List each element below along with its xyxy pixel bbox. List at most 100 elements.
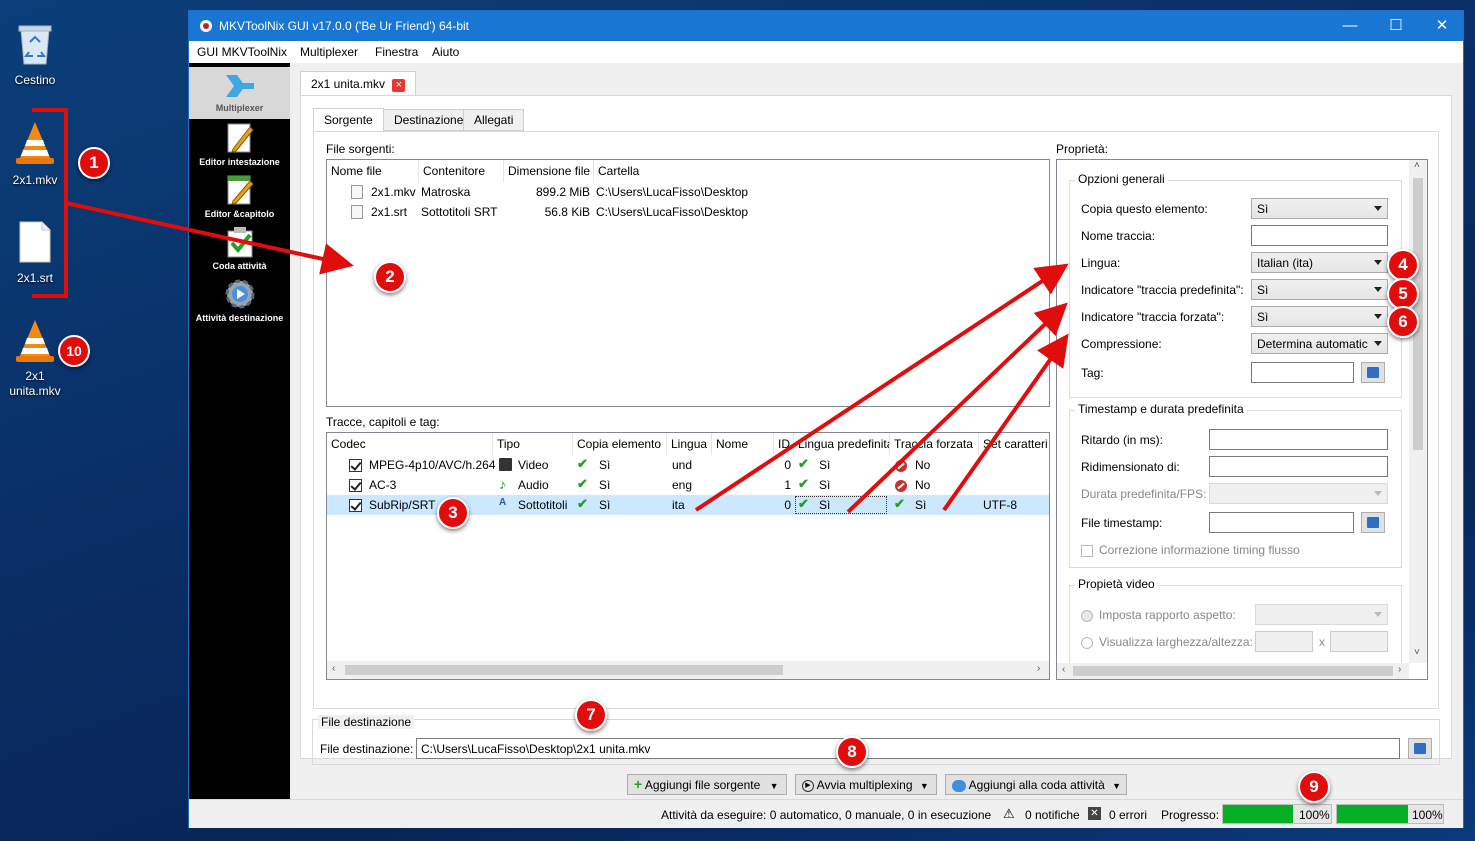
sources-title: File sorgenti: bbox=[326, 142, 395, 156]
dropdown-arrow-icon[interactable]: ▼ bbox=[1112, 781, 1121, 791]
sidebar-item-multiplexer[interactable]: Multiplexer bbox=[189, 67, 290, 119]
cell-language: ita bbox=[672, 498, 685, 512]
col-header-folder[interactable]: Cartella bbox=[594, 160, 1049, 182]
sidebar-item-chapter-editor[interactable]: Editor &capitolo bbox=[189, 173, 290, 219]
table-row[interactable]: 2x1.srt Sottotitoli SRT 56.8 KiB C:\User… bbox=[327, 202, 1049, 222]
tracks-title: Tracce, capitoli e tag: bbox=[326, 415, 440, 429]
start-multiplexing-button[interactable]: ▶ Avvia multiplexing ▼ bbox=[795, 774, 937, 795]
copy-item-label: Copia questo elemento: bbox=[1081, 202, 1208, 216]
sidebar-item-header-editor[interactable]: Editor intestazione bbox=[189, 121, 290, 167]
track-name-input[interactable] bbox=[1251, 225, 1388, 246]
sidebar-item-job-queue[interactable]: Coda attività bbox=[189, 225, 290, 271]
language-select[interactable]: Italian (ita) bbox=[1251, 252, 1388, 273]
desktop-icon-label: 2x1 unita.mkv bbox=[9, 369, 61, 398]
scroll-left-icon[interactable]: ‹ bbox=[1062, 664, 1065, 675]
default-track-select[interactable]: Sì bbox=[1251, 279, 1388, 300]
tab-destinazione[interactable]: Destinazione bbox=[383, 109, 475, 131]
close-tab-icon[interactable]: × bbox=[392, 79, 406, 92]
col-header-copy[interactable]: Copia elemento bbox=[573, 433, 667, 455]
tracks-list[interactable]: Codec Tipo Copia elemento Lingua Nome ID… bbox=[326, 432, 1050, 680]
errors-status[interactable]: 0 errori bbox=[1109, 808, 1147, 822]
table-row[interactable]: AC-3 ♪ Audio ✔ Sì eng 1 ✔ Sì No bbox=[327, 475, 1049, 495]
col-header-language[interactable]: Lingua bbox=[667, 433, 712, 455]
close-button[interactable]: ✕ bbox=[1419, 11, 1465, 41]
browse-destination-button[interactable] bbox=[1408, 738, 1432, 759]
compression-select[interactable]: Determina automatic bbox=[1251, 333, 1388, 354]
title-bar[interactable]: MKVToolNix GUI v17.0.0 ('Be Ur Friend') … bbox=[189, 11, 1463, 41]
source-files-list[interactable]: Nome file Contenitore Dimensione file Ca… bbox=[326, 159, 1050, 407]
properties-hscrollbar[interactable]: ‹ › bbox=[1057, 663, 1409, 679]
scroll-thumb[interactable] bbox=[345, 665, 783, 675]
fix-timing-checkbox[interactable]: Correzione informazione timing flusso bbox=[1081, 543, 1300, 557]
properties-vscrollbar[interactable]: ˄ ˅ bbox=[1409, 160, 1427, 663]
radio[interactable] bbox=[1081, 636, 1093, 649]
scroll-right-icon[interactable]: › bbox=[1398, 664, 1401, 675]
desktop-icon-2x1-mkv[interactable]: 2x1.mkv bbox=[0, 120, 70, 188]
display-width-input[interactable] bbox=[1255, 631, 1313, 652]
col-header-type[interactable]: Tipo bbox=[493, 433, 573, 455]
col-header-id[interactable]: ID bbox=[774, 433, 794, 455]
col-header-name[interactable]: Nome bbox=[712, 433, 774, 455]
copy-item-select[interactable]: Sì bbox=[1251, 198, 1388, 219]
dropdown-arrow-icon[interactable]: ▼ bbox=[920, 781, 929, 791]
checkbox[interactable] bbox=[349, 459, 362, 473]
table-row[interactable]: SubRip/SRT A Sottotitoli ✔ Sì ita 0 ✔ Sì… bbox=[327, 495, 1049, 515]
radio[interactable] bbox=[1081, 609, 1093, 622]
checkbox[interactable] bbox=[1081, 544, 1093, 557]
cell-default: Sì bbox=[819, 498, 831, 512]
col-header-charset[interactable]: Set caratteri bbox=[979, 433, 1049, 455]
notifications-status[interactable]: 0 notifiche bbox=[1025, 808, 1080, 822]
forced-track-select[interactable]: Sì bbox=[1251, 306, 1388, 327]
display-dimensions-radio[interactable]: Visualizza larghezza/altezza: bbox=[1081, 635, 1253, 649]
aspect-ratio-select[interactable] bbox=[1255, 604, 1388, 625]
col-header-container[interactable]: Contenitore bbox=[419, 160, 504, 182]
browse-timestamps-button[interactable] bbox=[1361, 512, 1385, 533]
col-header-forced[interactable]: Traccia forzata bbox=[890, 433, 979, 455]
menu-help[interactable]: Aiuto bbox=[432, 45, 459, 59]
audio-icon: ♪ bbox=[499, 476, 506, 492]
aspect-ratio-radio[interactable]: Imposta rapporto aspetto: bbox=[1081, 608, 1236, 622]
menu-gui[interactable]: GUI MKVToolNix bbox=[197, 45, 287, 59]
progress-bar-total: 100% bbox=[1336, 804, 1444, 824]
timestamp-file-input[interactable] bbox=[1209, 512, 1354, 533]
annotation-8: 8 bbox=[836, 736, 868, 768]
scroll-down-icon[interactable]: ˅ bbox=[1414, 647, 1420, 658]
checkbox[interactable] bbox=[349, 479, 362, 493]
delay-input[interactable] bbox=[1209, 429, 1388, 450]
desktop-icon-recycle-bin[interactable]: Cestino bbox=[0, 22, 70, 88]
add-to-queue-button[interactable]: Aggiungi alla coda attività ▼ bbox=[945, 774, 1127, 795]
tracks-hscrollbar[interactable]: ‹ › bbox=[327, 661, 1049, 679]
default-duration-select[interactable] bbox=[1209, 483, 1388, 504]
desktop-icon-2x1-srt[interactable]: 2x1.srt bbox=[0, 220, 70, 286]
cell-type: Audio bbox=[518, 478, 549, 492]
table-row[interactable]: MPEG-4p10/AVC/h.264 Video ✔ Sì und 0 ✔ S… bbox=[327, 455, 1049, 475]
scroll-left-icon[interactable]: ‹ bbox=[332, 663, 335, 674]
display-height-input[interactable] bbox=[1330, 631, 1388, 652]
checkbox[interactable] bbox=[349, 499, 362, 513]
tab-sorgente[interactable]: Sorgente bbox=[313, 108, 384, 132]
browse-tags-button[interactable] bbox=[1361, 362, 1385, 383]
forced-track-value: Sì bbox=[1257, 310, 1269, 324]
table-row[interactable]: 2x1.mkv Matroska 899.2 MiB C:\Users\Luca… bbox=[327, 182, 1049, 202]
menu-window[interactable]: Finestra bbox=[375, 45, 418, 59]
stretch-input[interactable] bbox=[1209, 456, 1388, 477]
dropdown-arrow-icon[interactable]: ▼ bbox=[770, 781, 779, 791]
destination-input[interactable]: C:\Users\LucaFisso\Desktop\2x1 unita.mkv bbox=[416, 738, 1400, 759]
sidebar-item-job-output[interactable]: Attività destinazione bbox=[189, 277, 290, 323]
minimize-button[interactable]: — bbox=[1327, 11, 1373, 41]
col-header-size[interactable]: Dimensione file bbox=[504, 160, 594, 182]
video-icon bbox=[499, 458, 512, 471]
tags-input[interactable] bbox=[1251, 362, 1354, 383]
maximize-button[interactable]: ☐ bbox=[1373, 11, 1419, 41]
tab-file-2x1-unita[interactable]: 2x1 unita.mkv × bbox=[300, 71, 417, 96]
add-source-button[interactable]: + Aggiungi file sorgente ▼ bbox=[627, 774, 787, 795]
scroll-right-icon[interactable]: › bbox=[1037, 663, 1040, 674]
scroll-up-icon[interactable]: ˄ bbox=[1414, 160, 1420, 171]
menu-multiplexer[interactable]: Multiplexer bbox=[300, 45, 358, 59]
tab-allegati[interactable]: Allegati bbox=[463, 109, 525, 131]
col-header-codec[interactable]: Codec bbox=[327, 433, 493, 455]
scroll-thumb[interactable] bbox=[1073, 666, 1393, 676]
destination-label: File destinazione: bbox=[320, 742, 414, 756]
col-header-filename[interactable]: Nome file bbox=[327, 160, 419, 182]
col-header-default[interactable]: Lingua predefinita bbox=[794, 433, 890, 455]
